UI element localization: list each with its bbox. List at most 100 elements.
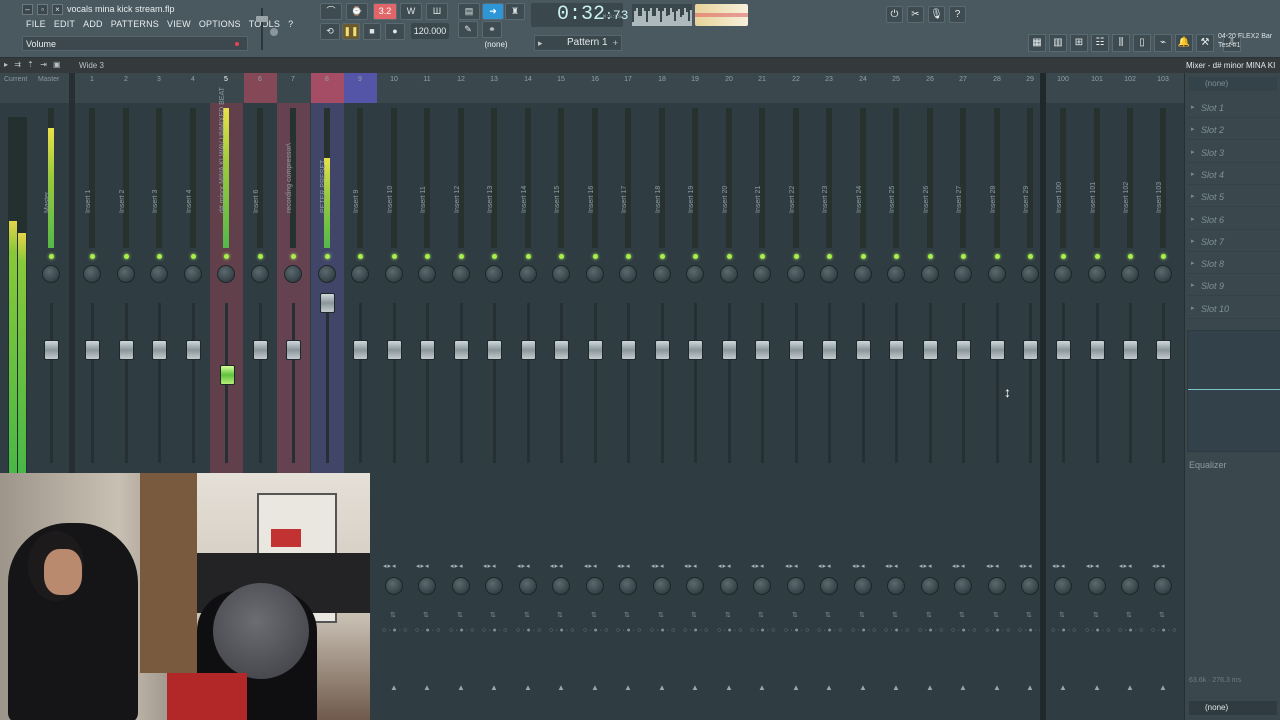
- pattern-song-toggle[interactable]: ⟲: [320, 23, 340, 40]
- stereo-separation-knob[interactable]: [385, 577, 403, 595]
- track-number[interactable]: 4: [178, 76, 208, 83]
- pan-knob[interactable]: [184, 265, 202, 283]
- mute-led-icon[interactable]: [157, 254, 162, 259]
- restore-icon[interactable]: ▫: [37, 3, 48, 15]
- pan-knob[interactable]: [351, 265, 369, 283]
- send-arrow-icon[interactable]: ▲: [926, 683, 934, 692]
- bell-icon[interactable]: 🔔: [1175, 34, 1193, 52]
- fx-slot[interactable]: ▸ Slot 8: [1187, 254, 1280, 275]
- volume-fader[interactable]: [119, 340, 134, 360]
- volume-fader[interactable]: [454, 340, 469, 360]
- wait-icon[interactable]: ⌚: [346, 3, 368, 20]
- volume-fader[interactable]: [44, 340, 59, 360]
- pan-knob[interactable]: [686, 265, 704, 283]
- volume-fader[interactable]: [353, 340, 368, 360]
- track-name[interactable]: Master: [44, 103, 51, 213]
- playlist-icon[interactable]: ▦: [1028, 34, 1046, 52]
- wrench-icon[interactable]: ⚒: [1196, 34, 1214, 52]
- fx-slot[interactable]: ▸ Slot 1: [1187, 98, 1280, 118]
- mute-led-icon[interactable]: [425, 254, 430, 259]
- volume-fader[interactable]: [856, 340, 871, 360]
- stereo-separation-knob[interactable]: [1088, 577, 1106, 595]
- send-arrow-icon[interactable]: ▲: [792, 683, 800, 692]
- mute-led-icon[interactable]: [291, 254, 296, 259]
- volume-fader[interactable]: [923, 340, 938, 360]
- route-dots[interactable]: ○·●·○: [650, 627, 677, 634]
- pan-knob[interactable]: [921, 265, 939, 283]
- track-number[interactable]: 16: [580, 76, 610, 83]
- track-name[interactable]: Insert 103: [1156, 103, 1163, 213]
- route-dots[interactable]: ○·●·○: [918, 627, 945, 634]
- pan-knob[interactable]: [753, 265, 771, 283]
- pan-knob[interactable]: [251, 265, 269, 283]
- route-arrows-icon[interactable]: ◂▸◂: [919, 562, 933, 570]
- send-arrow-icon[interactable]: ▲: [457, 683, 465, 692]
- volume-fader[interactable]: [220, 365, 235, 385]
- volume-fader[interactable]: [789, 340, 804, 360]
- mixer-preset-label[interactable]: Wide 3: [79, 61, 104, 70]
- track-number[interactable]: 14: [513, 76, 543, 83]
- track-name[interactable]: Insert 20: [722, 103, 729, 213]
- slot-chevron-icon[interactable]: ▸: [1191, 170, 1195, 178]
- menu-file[interactable]: FILE: [22, 18, 50, 32]
- fx-slot[interactable]: ▸ Slot 5: [1187, 187, 1280, 208]
- route-arrows-icon[interactable]: ◂▸◂: [584, 562, 598, 570]
- swap-icon[interactable]: ⇅: [959, 611, 965, 619]
- mixer-track[interactable]: Insert 103 ◂▸◂ ⇅ ○·●·○ ▲: [1147, 103, 1180, 720]
- channel-rack-icon[interactable]: ▥: [1049, 34, 1067, 52]
- snap-selector[interactable]: (none): [479, 40, 513, 53]
- route-dots[interactable]: ○·●·○: [817, 627, 844, 634]
- overdub-icon[interactable]: W: [400, 3, 422, 20]
- mute-led-icon[interactable]: [961, 254, 966, 259]
- pan-knob[interactable]: [385, 265, 403, 283]
- track-name[interactable]: Insert 6: [253, 103, 260, 213]
- mute-led-icon[interactable]: [1161, 254, 1166, 259]
- stereo-separation-knob[interactable]: [418, 577, 436, 595]
- mute-led-icon[interactable]: [224, 254, 229, 259]
- slot-chevron-icon[interactable]: ▸: [1191, 281, 1195, 289]
- pan-knob[interactable]: [318, 265, 336, 283]
- mixer-controls-icons[interactable]: ▸ ⇉ ⇡ ⇥ ▣: [4, 60, 63, 69]
- swap-icon[interactable]: ⇅: [1026, 611, 1032, 619]
- send-arrow-icon[interactable]: ▲: [591, 683, 599, 692]
- input-selector[interactable]: (none): [1189, 77, 1277, 91]
- track-name[interactable]: d# minor MINA KI WAV UNMIXED BEAT: [219, 87, 226, 213]
- mixer-track[interactable]: Insert 101 ◂▸◂ ⇅ ○·●·○ ▲: [1081, 103, 1114, 720]
- pan-knob[interactable]: [887, 265, 905, 283]
- route-dots[interactable]: ○·●·○: [1118, 627, 1145, 634]
- route-arrows-icon[interactable]: ◂▸◂: [450, 562, 464, 570]
- volume-fader[interactable]: [487, 340, 502, 360]
- route-arrows-icon[interactable]: ◂▸◂: [818, 562, 832, 570]
- volume-fader[interactable]: [1090, 340, 1105, 360]
- swap-icon[interactable]: ⇅: [993, 611, 999, 619]
- route-arrows-icon[interactable]: ◂▸◂: [852, 562, 866, 570]
- volume-fader[interactable]: [1023, 340, 1038, 360]
- mixer-track[interactable]: Insert 26 ◂▸◂ ⇅ ○·●·○ ▲: [914, 103, 947, 720]
- pan-knob[interactable]: [1088, 265, 1106, 283]
- track-name[interactable]: Insert 101: [1090, 103, 1097, 213]
- send-arrow-icon[interactable]: ▲: [1159, 683, 1167, 692]
- mute-led-icon[interactable]: [593, 254, 598, 259]
- track-number[interactable]: 17: [613, 76, 643, 83]
- track-number[interactable]: 1: [77, 76, 107, 83]
- mute-led-icon[interactable]: [559, 254, 564, 259]
- track-number[interactable]: 11: [412, 76, 442, 83]
- swap-icon[interactable]: ⇅: [825, 611, 831, 619]
- pause-icon[interactable]: ❚❚: [342, 23, 360, 40]
- track-number[interactable]: 2: [111, 76, 141, 83]
- track-number[interactable]: 6: [245, 76, 275, 83]
- track-name[interactable]: Insert 29: [1023, 103, 1030, 213]
- route-arrows-icon[interactable]: ◂▸◂: [952, 562, 966, 570]
- route-dots[interactable]: ○·●·○: [1051, 627, 1078, 634]
- mixer-track[interactable]: Insert 23 ◂▸◂ ⇅ ○·●·○ ▲: [813, 103, 846, 720]
- stereo-separation-knob[interactable]: [954, 577, 972, 595]
- mixer-track[interactable]: Insert 25 ◂▸◂ ⇅ ○·●·○ ▲: [880, 103, 913, 720]
- mute-led-icon[interactable]: [794, 254, 799, 259]
- volume-fader[interactable]: [990, 340, 1005, 360]
- route-dots[interactable]: ○·●·○: [985, 627, 1012, 634]
- plugin-tools-icon[interactable]: ✂: [907, 6, 924, 23]
- swap-icon[interactable]: ⇅: [1159, 611, 1165, 619]
- mute-led-icon[interactable]: [358, 254, 363, 259]
- volume-fader[interactable]: [420, 340, 435, 360]
- fx-slot[interactable]: ▸ Slot 7: [1187, 232, 1280, 252]
